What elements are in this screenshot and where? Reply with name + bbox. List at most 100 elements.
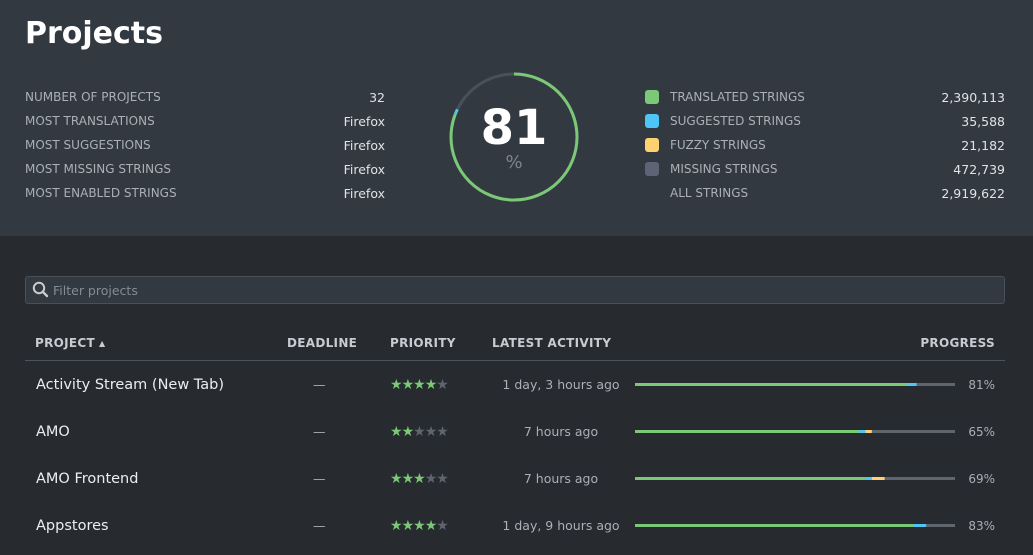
progress-segment-suggested [907,383,917,386]
progress-percent: 65% [968,424,995,439]
table-row[interactable]: Appstores — ★ ★ ★ ★ ★ 1 day, 9 hours ago 83% [25,502,1005,549]
filter-box [25,276,1005,304]
progress-bar-graphic [635,524,927,527]
table-row[interactable]: Activity Stream (New Tab) — ★ ★ ★ ★ ★ 1 day,… [25,361,1005,408]
legend-swatch [645,162,659,176]
star-empty-icon: ★ [436,470,449,487]
priority-stars: ★ ★ ★ ★ ★ [390,408,449,455]
projects-table: PROJECT ▲ DEADLINE PRIORITY LATEST ACTIVI… [25,328,1005,549]
stat-label: TRANSLATED STRINGS [670,90,805,104]
progress-bar[interactable] [635,502,955,549]
legend-row-translated: TRANSLATED STRINGS 2,390,113 [645,85,1005,109]
progress-segment-translated [635,524,914,527]
star-filled-icon: ★ [413,376,426,393]
star-filled-icon: ★ [413,470,426,487]
stat-row: MOST SUGGESTIONS Firefox [25,133,385,157]
stats-left: NUMBER OF PROJECTS 32 MOST TRANSLATIONS … [25,85,385,205]
stat-value: 32 [369,89,385,105]
table-header: PROJECT ▲ DEADLINE PRIORITY LATEST ACTIVI… [25,328,1005,361]
stat-row: MOST ENABLED STRINGS Firefox [25,181,385,205]
progress-bar-graphic [635,430,872,433]
latest-activity[interactable]: 1 day, 9 hours ago [475,502,647,549]
progress-segment-suggested [865,477,872,480]
star-filled-icon: ★ [401,423,415,440]
overall-percent: 81 [480,100,548,156]
star-empty-icon: ★ [436,423,449,440]
stat-value: 2,919,622 [941,185,1005,201]
stat-label: MISSING STRINGS [670,162,778,176]
deadline-value: — [313,377,326,392]
star-filled-icon: ★ [401,376,415,393]
stat-value: 21,182 [961,137,1005,153]
column-header-project[interactable]: PROJECT ▲ [35,336,105,350]
legend-row-suggested: SUGGESTED STRINGS 35,588 [645,109,1005,133]
progress-segment-suggested [859,430,866,433]
column-header-latest-activity[interactable]: LATEST ACTIVITY [492,336,611,350]
deadline-value: — [313,518,326,533]
star-filled-icon: ★ [390,470,403,487]
table-row[interactable]: AMO Frontend — ★ ★ ★ ★ ★ 7 hours ago 69% [25,455,1005,502]
progress-segment-translated [635,383,907,386]
star-filled-icon: ★ [401,470,415,487]
legend-row-missing: MISSING STRINGS 472,739 [645,157,1005,181]
stat-value: 472,739 [953,161,1005,177]
progress-bar[interactable] [635,455,955,502]
stat-label: SUGGESTED STRINGS [670,114,801,128]
stat-value[interactable]: Firefox [344,186,385,201]
stat-label: NUMBER OF PROJECTS [25,90,161,104]
star-filled-icon: ★ [390,517,403,534]
star-filled-icon: ★ [390,376,403,393]
progress-segment-suggested [913,524,927,527]
star-filled-icon: ★ [424,376,438,393]
stat-label: MOST ENABLED STRINGS [25,186,177,200]
project-name-link[interactable]: Activity Stream (New Tab) [36,361,224,408]
stats-right: TRANSLATED STRINGS 2,390,113 SUGGESTED S… [645,85,1005,205]
overall-progress-ring: 81 % [447,70,581,204]
stat-value[interactable]: Firefox [344,114,385,129]
column-header-deadline[interactable]: DEADLINE [287,336,357,350]
stat-row: NUMBER OF PROJECTS 32 [25,85,385,109]
progress-bar[interactable] [635,361,955,408]
project-name-link[interactable]: AMO Frontend [36,455,138,502]
deadline-value: — [313,424,326,439]
stat-row: MOST MISSING STRINGS Firefox [25,157,385,181]
priority-stars: ★ ★ ★ ★ ★ [390,361,449,408]
filter-projects-input[interactable] [53,277,993,303]
progress-bar[interactable] [635,408,955,455]
star-empty-icon: ★ [424,423,438,440]
star-empty-icon: ★ [436,517,449,534]
table-row[interactable]: AMO — ★ ★ ★ ★ ★ 7 hours ago 65% [25,408,1005,455]
progress-bar-graphic [635,383,917,386]
stat-value: 2,390,113 [941,89,1005,105]
star-filled-icon: ★ [424,517,438,534]
progress-segment-translated [635,477,866,480]
stat-value[interactable]: Firefox [344,162,385,177]
progress-percent: 69% [968,471,995,486]
star-filled-icon: ★ [390,423,403,440]
star-empty-icon: ★ [413,423,426,440]
stat-label: MOST SUGGESTIONS [25,138,151,152]
stat-value[interactable]: Firefox [344,138,385,153]
project-name-link[interactable]: AMO [36,408,70,455]
stat-row: MOST TRANSLATIONS Firefox [25,109,385,133]
page-title: Projects [25,16,164,51]
progress-percent: 83% [968,518,995,533]
star-filled-icon: ★ [401,517,415,534]
overall-percent-unit: % [505,152,523,173]
stat-label: MOST TRANSLATIONS [25,114,155,128]
progress-percent: 81% [968,377,995,392]
latest-activity[interactable]: 7 hours ago [475,455,647,502]
star-empty-icon: ★ [424,470,438,487]
column-header-progress[interactable]: PROGRESS [920,336,995,350]
stat-label: MOST MISSING STRINGS [25,162,172,176]
stat-label: FUZZY STRINGS [670,138,766,152]
project-name-link[interactable]: Appstores [36,502,109,549]
latest-activity[interactable]: 7 hours ago [475,408,647,455]
stat-label: ALL STRINGS [670,186,749,200]
latest-activity[interactable]: 1 day, 3 hours ago [475,361,647,408]
column-header-priority[interactable]: PRIORITY [390,336,456,350]
legend-swatch [645,90,659,104]
caret-up-icon: ▲ [99,339,106,348]
star-empty-icon: ★ [436,376,449,393]
legend-swatch [645,138,659,152]
